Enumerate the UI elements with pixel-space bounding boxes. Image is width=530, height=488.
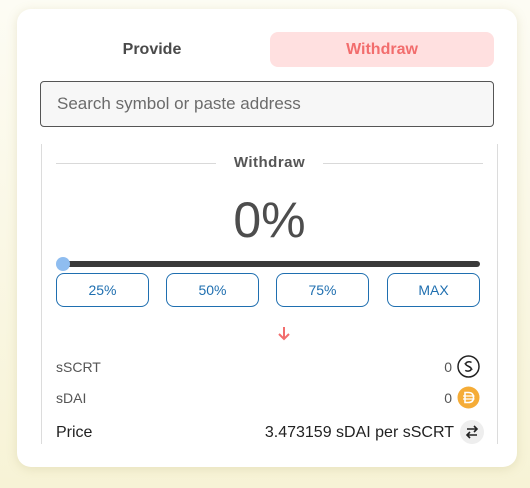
token-amount: 0 [444, 390, 452, 406]
withdraw-percent-display: 0% [233, 192, 306, 248]
slider-track [60, 261, 480, 267]
percent-50-button[interactable]: 50% [166, 273, 259, 307]
token-symbol: sDAI [56, 390, 87, 406]
liquidity-card: Provide Withdraw Withdraw 0% 25% 50% 75%… [17, 9, 517, 467]
section-header: Withdraw [56, 154, 483, 172]
search-input[interactable] [41, 82, 477, 126]
mode-tabs: Provide Withdraw [40, 32, 494, 67]
percent-75-button[interactable]: 75% [276, 273, 369, 307]
withdraw-percent-slider[interactable] [56, 256, 480, 272]
withdraw-panel: Withdraw 0% 25% 50% 75% MAX sSCRT 0 sDAI… [41, 144, 498, 444]
percent-buttons: 25% 50% 75% MAX [56, 273, 480, 307]
price-row: Price 3.473159 sDAI per sSCRT [56, 420, 484, 446]
sscrt-coin-icon [457, 355, 480, 378]
token-symbol: sSCRT [56, 359, 101, 375]
arrow-down-icon [276, 325, 292, 343]
percent-max-button[interactable]: MAX [387, 273, 480, 307]
swap-arrows-icon[interactable] [460, 420, 484, 444]
slider-thumb[interactable] [56, 257, 70, 271]
token-row-sscrt: sSCRT 0 [56, 355, 480, 379]
token-row-sdai: sDAI 0 [56, 386, 480, 410]
token-amount: 0 [444, 359, 452, 375]
tab-provide[interactable]: Provide [40, 32, 264, 67]
sdai-coin-icon [457, 386, 480, 409]
price-label: Price [56, 424, 93, 441]
tab-withdraw[interactable]: Withdraw [270, 32, 494, 67]
percent-25-button[interactable]: 25% [56, 273, 149, 307]
divider-right [323, 163, 483, 164]
price-value: 3.473159 sDAI per sSCRT [264, 424, 454, 441]
token-search-field[interactable] [40, 81, 494, 127]
